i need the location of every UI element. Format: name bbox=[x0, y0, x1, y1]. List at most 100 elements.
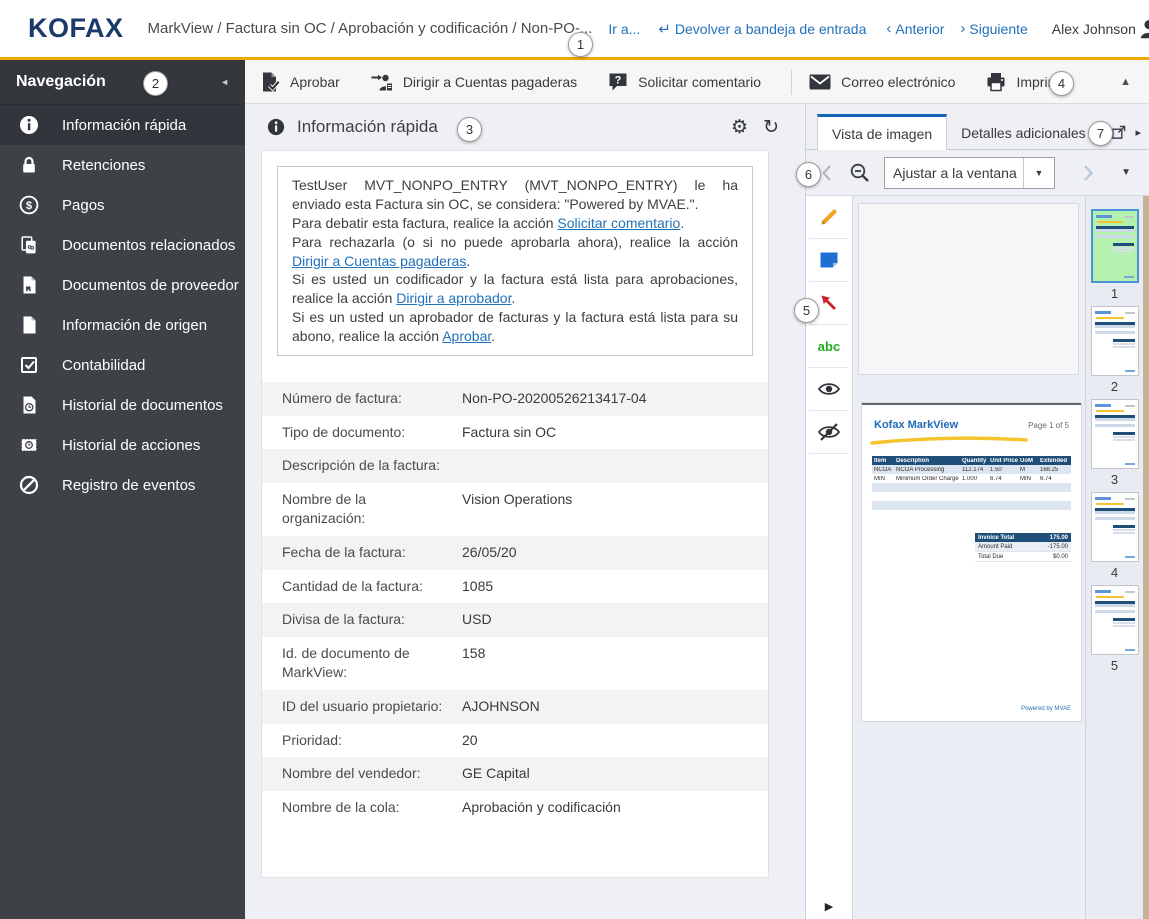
field-label: Id. de documento de MarkView: bbox=[282, 644, 410, 681]
previous-button[interactable]: ‹ Anterior bbox=[886, 20, 944, 37]
document-viewer[interactable]: Kofax MarkView Page 1 of 5 Item Descripti… bbox=[853, 196, 1085, 919]
eye-off-icon bbox=[817, 423, 841, 441]
thumbnail-totals-header bbox=[1112, 339, 1135, 342]
approve-button[interactable]: Aprobar bbox=[259, 71, 340, 93]
inline-action-link[interactable]: Aprobar bbox=[442, 328, 491, 344]
thumbnail-preview bbox=[1094, 311, 1135, 372]
page-thumbnail[interactable] bbox=[1090, 492, 1139, 562]
route-to-ap-button[interactable]: Dirigir a Cuentas pagaderas bbox=[370, 71, 577, 93]
user-menu-button[interactable] bbox=[1136, 16, 1149, 42]
open-external-icon[interactable] bbox=[1111, 125, 1126, 140]
invoice-cell: Minimum Order Charge bbox=[896, 475, 959, 482]
refresh-icon[interactable]: ↻ bbox=[763, 118, 779, 137]
zoom-fit-dropdown[interactable]: Ajustar a la ventana ▼ bbox=[884, 156, 1055, 189]
sidebar-item-pagos[interactable]: $ Pagos bbox=[0, 185, 245, 225]
field-value: Factura sin OC bbox=[462, 423, 557, 440]
request-comment-button[interactable]: ? Solicitar comentario bbox=[607, 71, 761, 93]
field-value: Aprobación y codificación bbox=[462, 798, 621, 815]
zoom-fit-value: Ajustar a la ventana bbox=[893, 164, 1017, 181]
page-thumbnail[interactable] bbox=[1090, 306, 1139, 376]
thumbnail-swoosh bbox=[1095, 317, 1124, 319]
red-arrow-icon bbox=[821, 295, 836, 310]
invoice-col-header: Description bbox=[896, 457, 930, 464]
thumbnail-block: 2 bbox=[1089, 306, 1141, 394]
info-icon bbox=[18, 114, 40, 136]
sidebar-collapse-button[interactable]: ◄ bbox=[220, 77, 229, 87]
person-icon bbox=[1140, 19, 1149, 38]
field-label: Nombre del vendedor: bbox=[282, 765, 421, 782]
page-thumbnail[interactable] bbox=[1090, 209, 1139, 283]
settings-gear-icon[interactable]: ⚙ bbox=[731, 118, 748, 137]
field-row: Prioridad: 20 bbox=[262, 724, 768, 758]
message-text: . bbox=[511, 290, 516, 307]
sidebar-item-contabilidad[interactable]: Contabilidad bbox=[0, 345, 245, 385]
invoice-row: MIN Minimum Order Charge 1.000 6.74 MIN 6.74 bbox=[872, 474, 1071, 483]
sidebar-item-historial-de-documentos[interactable]: Historial de documentos bbox=[0, 385, 245, 425]
field-value: USD bbox=[462, 611, 492, 628]
next-page-button[interactable] bbox=[1083, 164, 1094, 182]
page-thumbnail[interactable] bbox=[1090, 399, 1139, 469]
thumbnail-scrollbar[interactable] bbox=[1143, 196, 1149, 919]
previous-page-button[interactable] bbox=[821, 164, 832, 182]
thumbnail-swoosh bbox=[1095, 410, 1124, 412]
inline-action-link[interactable]: Dirigir a Cuentas pagaderas bbox=[292, 253, 466, 269]
sticky-note-tool-button[interactable] bbox=[809, 239, 849, 282]
inline-action-link[interactable]: Dirigir a aprobador bbox=[396, 290, 511, 306]
page-thumbnail[interactable] bbox=[1090, 585, 1139, 655]
thumbnail-brand-bar bbox=[1094, 404, 1111, 407]
sidebar-item-documentos-relacionados[interactable]: Documentos relacionados bbox=[0, 225, 245, 265]
sidebar-item-registro-de-eventos[interactable]: Registro de eventos bbox=[0, 465, 245, 505]
next-button[interactable]: › Siguiente bbox=[960, 20, 1027, 37]
comment-question-icon: ? bbox=[609, 73, 627, 90]
tab-vista-de-imagen[interactable]: Vista de imagen bbox=[817, 114, 948, 150]
tab-detalles-adicionales[interactable]: Detalles adicionales bbox=[947, 116, 1100, 149]
sidebar-item-label: Documentos de proveedor bbox=[62, 276, 239, 294]
expand-tools-button[interactable]: ▶ bbox=[806, 900, 852, 913]
sidebar-item-documentos-de-proveedor[interactable]: Documentos de proveedor bbox=[0, 265, 245, 305]
sidebar-item-historial-de-acciones[interactable]: Historial de acciones bbox=[0, 425, 245, 465]
approve-document-icon bbox=[263, 72, 281, 92]
sidebar-item-retenciones[interactable]: Retenciones bbox=[0, 145, 245, 185]
invoice-page[interactable]: Kofax MarkView Page 1 of 5 Item Descripti… bbox=[862, 403, 1081, 721]
thumbnail-totals bbox=[1112, 243, 1134, 252]
sidebar-item-informacion-de-origen[interactable]: Información de origen bbox=[0, 305, 245, 345]
dropdown-caret-icon[interactable]: ▼ bbox=[1023, 157, 1054, 188]
invoice-footer: Powered by MVAE bbox=[1021, 706, 1071, 712]
thumbnail-preview bbox=[1095, 215, 1134, 278]
invoice-cell: NCOA Processing bbox=[896, 466, 945, 473]
toolbar-collapse-button[interactable]: ▲ bbox=[1120, 76, 1131, 88]
thumbnail-page-number: 5 bbox=[1110, 658, 1119, 673]
invoice-total-value: -175.00 bbox=[1047, 543, 1068, 550]
highlighter-tool-button[interactable] bbox=[809, 196, 849, 239]
return-to-inbox-link[interactable]: ↵ Devolver a bandeja de entrada bbox=[658, 20, 866, 38]
return-icon: ↵ bbox=[658, 20, 671, 38]
sticky-note-icon bbox=[820, 252, 838, 268]
thumbnail-brand-bar bbox=[1094, 590, 1111, 593]
field-row: Id. de documento de MarkView: 158 bbox=[262, 637, 768, 690]
email-button[interactable]: Correo electrónico bbox=[808, 72, 955, 92]
thumbnail-pageno-bar bbox=[1124, 405, 1135, 407]
field-label: ID del usuario propietario: bbox=[282, 697, 443, 714]
thumbnail-totals bbox=[1112, 525, 1135, 534]
inline-action-link[interactable]: Solicitar comentario bbox=[557, 215, 680, 231]
thumbnail-brand-bar bbox=[1094, 497, 1111, 500]
show-annotations-button[interactable] bbox=[809, 368, 849, 411]
tab-overflow-chevron-icon[interactable]: ▸ bbox=[1135, 126, 1141, 139]
lock-icon bbox=[18, 154, 40, 176]
field-row: Nombre de la organización: Vision Operati… bbox=[262, 483, 768, 536]
message-text: . bbox=[680, 214, 685, 231]
field-value: 20 bbox=[462, 731, 478, 748]
accounting-checkbox-icon bbox=[18, 354, 40, 376]
thumbnail-preview-header bbox=[1094, 404, 1135, 407]
viewer-more-dropdown[interactable]: ▼ bbox=[1121, 167, 1131, 178]
thumbnail-totals-header bbox=[1112, 243, 1134, 246]
thumbnail-brand-bar bbox=[1095, 215, 1112, 218]
field-label: Tipo de documento: bbox=[282, 423, 406, 440]
go-to-link[interactable]: Ir a... bbox=[608, 21, 640, 37]
hide-annotations-button[interactable] bbox=[809, 411, 849, 454]
message-line: Para debatir esta factura, realice la ac… bbox=[292, 214, 738, 233]
zoom-out-button[interactable] bbox=[849, 162, 871, 184]
sidebar-item-informacion-rapida[interactable]: Información rápida bbox=[0, 105, 245, 145]
text-annotation-tool-button[interactable]: abc bbox=[809, 325, 849, 368]
thumbnail-totals-row bbox=[1112, 247, 1134, 249]
